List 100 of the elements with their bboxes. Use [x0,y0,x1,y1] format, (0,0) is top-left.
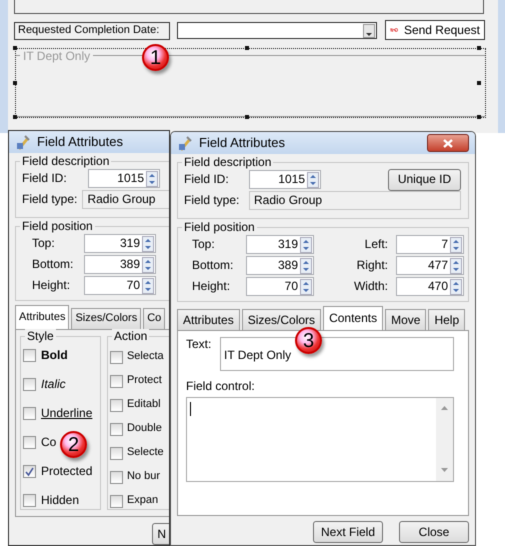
tab[interactable]: Sizes/Colors [71,308,142,329]
field-label: Top: [31,236,56,251]
field-label: Bottom: [191,258,234,273]
checkbox-label: Selecta [126,350,164,364]
field-label: Height: [31,278,72,293]
text-cursor [190,402,191,416]
dialog-button[interactable]: N [152,523,169,545]
checkbox[interactable] [23,407,36,420]
checkbox-label: Hidden [41,493,80,508]
field-label: Field type: [22,192,78,207]
spin-field[interactable]: 389 [246,256,314,275]
date-label: Requested Completion Date: [14,22,170,40]
window-title: Field Attributes [199,135,286,151]
spinner-icon [450,278,462,294]
checkbox-label: Double [126,422,162,436]
spin-field[interactable]: 389 [84,255,156,274]
dialog-button[interactable]: Close [399,521,469,543]
field-label: Field ID: [184,172,230,187]
field-label: Height: [191,279,232,294]
resize-handle[interactable] [477,81,481,85]
spinner-icon [450,236,462,252]
spinner-icon [146,170,158,186]
resize-handle[interactable] [477,46,481,50]
checkbox[interactable] [110,374,123,388]
checkbox[interactable] [110,446,123,460]
spin-field[interactable]: 470 [396,277,464,296]
spinner-icon [300,278,312,294]
caret-icon [363,24,375,38]
checkbox-label: Co [41,435,56,450]
group-title: Field description [20,154,112,168]
field-label: Width: [352,279,389,294]
checkbox[interactable] [110,470,123,484]
spin-field[interactable]: 1015 [249,170,321,189]
field-label: Bottom: [31,257,74,272]
close-button[interactable] [427,134,469,152]
resize-handle[interactable] [245,115,249,119]
date-dropdown[interactable] [177,22,377,39]
checkbox[interactable] [110,350,123,364]
tab[interactable]: Contents [323,306,384,330]
tab[interactable]: Sizes/Colors [242,309,322,330]
tab[interactable]: Move [385,309,426,330]
resize-handle[interactable] [477,115,481,119]
field-type-field: Radio Group [82,190,169,209]
group-title: Field description [182,155,274,170]
checkbox[interactable] [23,494,36,507]
unique-id-button[interactable]: Unique ID [388,168,461,190]
checkbox-label: Italic [41,377,66,392]
spinner-icon [142,256,154,272]
resize-handle[interactable] [13,115,17,119]
spin-field[interactable]: 70 [84,276,156,295]
spin-field[interactable]: 1015 [88,169,160,188]
field-label: Right: [356,258,389,273]
group-title: IT Dept Only [20,49,94,64]
tab[interactable]: Attributes [177,309,240,330]
spinner-icon [450,258,462,274]
resize-handle[interactable] [13,81,17,85]
checkbox[interactable] [23,436,36,449]
field-label: Field type: [184,193,240,208]
field-label: Top: [191,237,216,252]
checkbox[interactable] [23,378,36,391]
checkbox-label: Editabl [126,398,161,412]
spin-field[interactable]: 319 [246,235,314,254]
window-title: Field Attributes [37,134,123,150]
send-request-button[interactable]: Send Request [385,20,485,40]
field-control-area[interactable] [186,397,454,482]
scrollbar[interactable] [436,398,453,482]
spinner-icon [300,236,312,252]
checkbox[interactable] [110,398,123,412]
group-title: Style [25,329,56,344]
checkbox-label: Selecte [126,446,164,460]
tab[interactable]: Help [428,309,466,330]
tools-icon [177,135,193,151]
spinner-icon [307,172,319,188]
field-label: Field ID: [22,171,68,186]
checkbox[interactable] [23,349,36,362]
group-title: Field position [182,220,257,234]
spin-field[interactable]: 70 [246,277,314,296]
resize-handle[interactable] [13,46,17,50]
tab[interactable]: Attributes [15,305,70,329]
checkbox[interactable] [110,494,123,508]
group-title: Field position [20,219,95,234]
checkbox[interactable] [110,422,123,436]
checkbox[interactable] [23,465,36,478]
tab[interactable]: Co [143,308,166,329]
spinner-icon [300,258,312,274]
checkbox-label: Protected [41,464,92,479]
resize-handle[interactable] [245,46,249,50]
tools-icon [15,134,31,150]
field-label: Left: [364,237,389,252]
spin-field[interactable]: 477 [396,256,464,275]
field-label: Field control: [186,379,256,394]
spin-field[interactable]: 319 [84,234,156,253]
checkbox-label: Bold [41,348,68,363]
spinner-icon [142,236,154,252]
group-title: Action [112,329,150,344]
dialog-button[interactable]: Next Field [313,521,383,543]
field-type-field: Radio Group [249,191,461,210]
spinner-icon [142,278,154,294]
spin-field[interactable]: 7 [396,235,464,254]
checkbox-label: No bur [126,470,160,484]
